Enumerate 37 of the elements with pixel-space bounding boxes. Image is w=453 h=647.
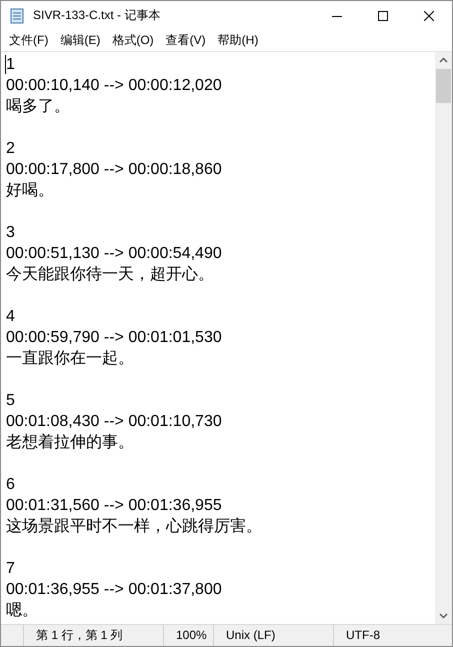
subtitle-timing: 00:00:17,800 --> 00:00:18,860: [6, 160, 222, 180]
subtitle-timing: 00:01:08,430 --> 00:01:10,730: [6, 412, 222, 432]
vertical-scrollbar[interactable]: [435, 52, 452, 624]
subtitle-text: 好喝。: [6, 181, 54, 201]
window-title: SIVR-133-C.txt - 记事本: [33, 7, 162, 24]
subtitle-timing: 00:00:59,790 --> 00:01:01,530: [6, 328, 222, 348]
scroll-thumb[interactable]: [436, 69, 451, 103]
subtitle-index: 1: [6, 55, 15, 75]
text-cursor: [5, 55, 6, 74]
zoom-level: 100%: [163, 625, 213, 646]
subtitle-index: 3: [6, 223, 15, 243]
line-ending: Unix (LF): [213, 625, 333, 646]
subtitle-text: 今天能跟你待一天，超开心。: [6, 264, 214, 285]
subtitle-text: 老想着拉伸的事。: [6, 432, 134, 453]
menu-item[interactable]: 文件(F): [3, 30, 54, 51]
menu-item[interactable]: 格式(O): [106, 30, 160, 51]
subtitle-index: 7: [6, 559, 15, 579]
menu-item[interactable]: 帮助(H): [212, 30, 264, 51]
subtitle-text: 一直跟你在一起。: [6, 348, 134, 369]
menu-item[interactable]: 查看(V): [160, 30, 212, 51]
subtitle-index: 4: [6, 307, 15, 327]
subtitle-text: 喝多了。: [6, 97, 70, 117]
subtitle-text: 嗯。: [6, 601, 38, 621]
subtitle-timing: 00:01:31,560 --> 00:01:36,955: [6, 496, 222, 516]
subtitle-index: 6: [6, 475, 15, 495]
subtitle-index: 2: [6, 139, 15, 159]
notepad-icon: [9, 8, 25, 24]
subtitle-timing: 00:00:10,140 --> 00:00:12,020: [6, 76, 222, 96]
subtitle-index: 5: [6, 391, 15, 411]
close-icon: [424, 10, 434, 20]
cursor-position: 第 1 行，第 1 列: [23, 625, 163, 646]
menu-item[interactable]: 编辑(E): [54, 30, 106, 51]
subtitle-timing: 00:00:51,130 --> 00:00:54,490: [6, 244, 222, 264]
maximize-icon: [378, 10, 388, 20]
encoding: UTF-8: [333, 625, 433, 646]
subtitle-text: 这场景跟平时不一样，心跳得厉害。: [6, 516, 262, 537]
subtitle-timing: 00:01:36,955 --> 00:01:37,800: [6, 580, 222, 600]
